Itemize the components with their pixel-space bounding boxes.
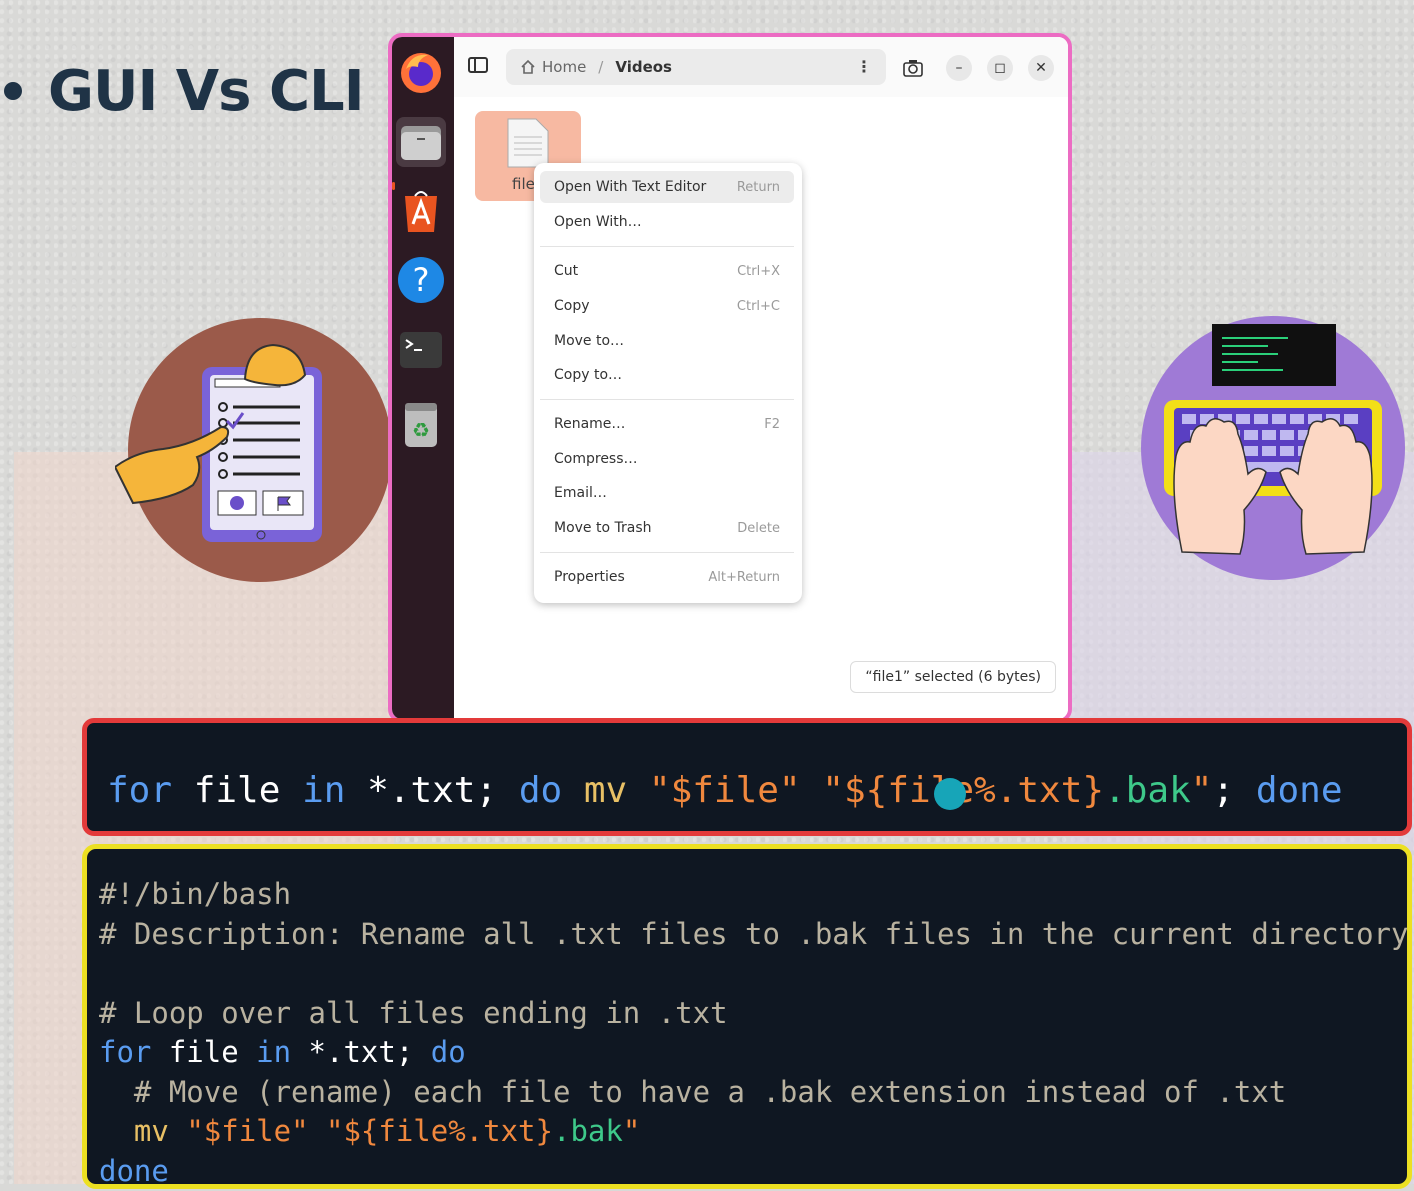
screenshot-icon[interactable] [900,55,926,81]
menu-email[interactable]: Email… [540,477,794,509]
script-line: # Loop over all files ending in .txt [99,994,1407,1034]
file-manager: Home / Videos ⋮ – ◻ ✕ file Open With Tex… [454,37,1068,719]
svg-text:♻: ♻ [412,418,430,442]
menu-open-with[interactable]: Open With… [540,206,794,238]
terminal-icon[interactable] [396,325,446,375]
cli-illustration [1138,316,1408,586]
app-center-icon[interactable] [396,187,446,237]
ubuntu-dock: ? ♻ [392,37,454,719]
menu-cut[interactable]: Cut Ctrl+X [540,255,794,287]
gui-illustration [115,317,395,587]
text-file-icon [506,117,550,169]
menu-properties[interactable]: Properties Alt+Return [540,561,794,593]
pointer-cursor [934,778,966,810]
menu-open-with-text-editor[interactable]: Open With Text Editor Return [540,171,794,203]
kw-for: for [107,770,172,811]
script-line: done [99,1152,1407,1191]
ubuntu-desktop-window: ? ♻ Home / Videos ⋮ – ◻ ✕ [388,33,1072,723]
breadcrumb-current[interactable]: Videos [615,58,672,76]
firefox-icon[interactable] [396,47,446,97]
script-line-blank [99,954,1407,994]
help-icon[interactable]: ? [396,255,446,305]
home-icon [520,59,536,75]
breadcrumb-home[interactable]: Home [542,58,586,76]
menu-copy-to[interactable]: Copy to… [540,359,794,391]
breadcrumb-separator: / [598,58,603,76]
bash-script: #!/bin/bash # Description: Rename all .t… [82,844,1412,1189]
files-icon[interactable] [396,117,446,167]
script-line: mv "$file" "${file%.txt}.bak" [99,1112,1407,1152]
script-line: # Move (rename) each file to have a .bak… [99,1073,1407,1113]
selection-status: “file1” selected (6 bytes) [850,661,1056,693]
sidebar-toggle-icon[interactable] [468,57,488,73]
minimize-icon[interactable]: – [946,55,972,81]
bullet-icon [4,82,22,100]
svg-text:?: ? [413,261,430,299]
close-icon[interactable]: ✕ [1028,55,1054,81]
menu-compress[interactable]: Compress… [540,443,794,475]
menu-rename[interactable]: Rename… F2 [540,408,794,440]
slide-title: GUI Vs CLI [0,56,364,126]
maximize-icon[interactable]: ◻ [987,55,1013,81]
script-line: for file in *.txt; do [99,1033,1407,1073]
menu-move-to-trash[interactable]: Move to Trash Delete [540,512,794,544]
path-bar[interactable]: Home / Videos ⋮ [506,49,886,85]
trash-icon[interactable]: ♻ [396,399,446,449]
menu-copy[interactable]: Copy Ctrl+C [540,290,794,322]
cli-oneliner: for file in *.txt; do mv "$file" "${file… [82,718,1412,836]
context-menu: Open With Text Editor Return Open With… … [534,163,802,603]
menu-move-to[interactable]: Move to… [540,325,794,357]
script-line: # Description: Rename all .txt files to … [99,915,1407,955]
slide-title-text: GUI Vs CLI [48,59,364,124]
path-menu-icon[interactable]: ⋮ [856,57,872,76]
file-item-label: file [512,175,535,193]
script-line: #!/bin/bash [99,875,1407,915]
header-bar: Home / Videos ⋮ – ◻ ✕ [454,37,1068,97]
